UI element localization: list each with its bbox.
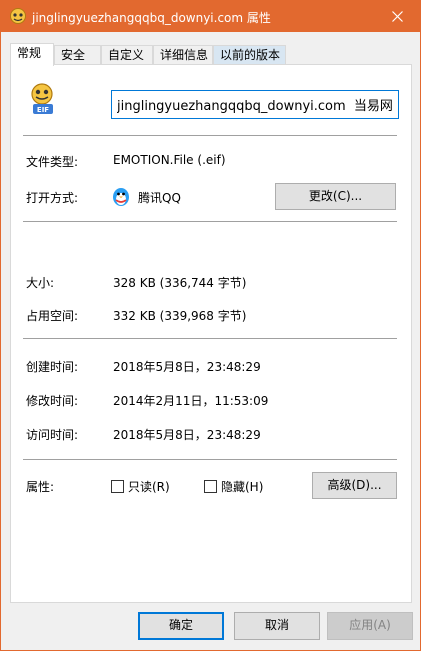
tab-strip: 常规 安全 自定义 详细信息 以前的版本 [10,43,412,66]
file-type-label: 文件类型: [26,155,79,169]
hidden-checkbox[interactable]: 隐藏(H) [204,478,263,495]
divider [23,459,397,460]
readonly-checkbox-box[interactable] [111,480,124,493]
title-bar[interactable]: jinglingyuezhangqqbq_downyi.com 属性 [1,1,420,32]
cancel-button[interactable]: 取消 [234,612,320,640]
qq-penguin-icon [113,188,129,206]
divider [23,221,397,222]
readonly-checkbox-label: 只读(R) [128,480,170,494]
eif-emoticon-icon: EIF [31,83,53,114]
accessed-value: 2018年5月8日，23:48:29 [113,428,261,442]
svg-text:EIF: EIF [37,106,49,114]
created-value: 2018年5月8日，23:48:29 [113,360,261,374]
tab-previous-versions[interactable]: 以前的版本 [213,45,286,65]
accessed-label: 访问时间: [26,428,79,442]
attributes-label: 属性: [26,480,55,494]
size-label: 大小: [26,276,55,290]
open-with-label: 打开方式: [26,191,79,205]
hidden-checkbox-label: 隐藏(H) [221,480,264,494]
disk-size-label: 占用空间: [26,309,79,323]
close-icon [391,11,403,22]
created-label: 创建时间: [26,360,79,374]
readonly-checkbox[interactable]: 只读(R) [111,478,170,495]
file-type-value: EMOTION.File (.eif) [113,153,226,167]
tab-details[interactable]: 详细信息 [153,45,213,65]
window-title: jinglingyuezhangqqbq_downyi.com 属性 [32,11,271,25]
change-button[interactable]: 更改(C)... [275,183,396,210]
open-with-value: 腾讯QQ [138,191,181,205]
size-value: 328 KB (336,744 字节) [113,276,247,290]
filename-input[interactable] [111,90,399,119]
disk-size-value: 332 KB (339,968 字节) [113,309,247,323]
modified-label: 修改时间: [26,394,79,408]
advanced-button[interactable]: 高级(D)... [312,472,397,499]
properties-dialog: jinglingyuezhangqqbq_downyi.com 属性 常规 安全… [0,0,421,651]
modified-value: 2014年2月11日，11:53:09 [113,394,269,408]
tab-security[interactable]: 安全 [54,45,101,65]
ok-button[interactable]: 确定 [138,612,224,640]
tab-custom[interactable]: 自定义 [101,45,153,65]
close-button[interactable] [374,1,420,32]
tab-general[interactable]: 常规 [10,43,54,66]
apply-button[interactable]: 应用(A) [327,612,413,640]
divider [23,135,397,136]
hidden-checkbox-box[interactable] [204,480,217,493]
eif-emoticon-icon [10,8,26,24]
general-panel: EIF 文件类型: EMOTION.File (.eif) 打开方式: 腾讯QQ… [10,64,412,603]
divider [23,338,397,339]
